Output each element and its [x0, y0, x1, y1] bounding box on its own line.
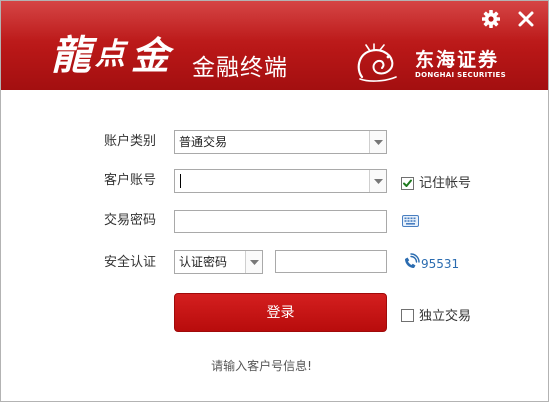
- text-cursor: [180, 174, 181, 188]
- app-logo: 龍 点 金: [51, 23, 181, 79]
- security-method-value: 认证密码: [179, 255, 228, 269]
- logo-char-3: 金: [131, 33, 170, 78]
- logo-char-2: 点: [95, 37, 125, 72]
- security-label: 安全认证: [104, 255, 157, 270]
- gear-icon: [482, 10, 500, 28]
- security-code-input[interactable]: [275, 250, 387, 273]
- password-label: 交易密码: [104, 213, 157, 228]
- broker-name-en: DONGHAI SECURITIES: [415, 71, 506, 79]
- account-label: 客户账号: [104, 173, 157, 188]
- login-button-label: 登录: [266, 305, 295, 321]
- account-type-select[interactable]: 普通交易: [174, 130, 387, 154]
- close-icon: [518, 11, 534, 27]
- checkmark-icon: [403, 179, 412, 187]
- account-type-label: 账户类别: [104, 134, 157, 149]
- chevron-down-icon: [374, 140, 383, 145]
- account-dropdown-button[interactable]: [369, 170, 386, 192]
- remember-account-checkbox[interactable]: [401, 177, 414, 190]
- security-method-select[interactable]: 认证密码: [174, 250, 263, 274]
- logo-char-1: 龍: [51, 32, 91, 79]
- settings-button[interactable]: [480, 8, 502, 30]
- status-hint: 请输入客户号信息!: [211, 359, 312, 373]
- hotline-number: 95531: [421, 257, 460, 271]
- broker-dragon-logo-icon: [357, 43, 397, 82]
- account-type-value: 普通交易: [179, 135, 228, 149]
- login-button[interactable]: 登录: [174, 293, 387, 332]
- app-title: 金融终端: [192, 55, 288, 81]
- independent-trade-label[interactable]: 独立交易: [419, 309, 471, 325]
- keyboard-icon[interactable]: [402, 215, 419, 227]
- login-window: 龍 点 金 金融终端 东海证券 DONGHAI SECURITIES 账户类别 …: [0, 0, 549, 402]
- account-type-dropdown-button[interactable]: [369, 131, 386, 153]
- password-input[interactable]: [174, 210, 387, 233]
- phone-icon: [405, 253, 420, 268]
- broker-name-cn: 东海证券: [415, 49, 500, 71]
- chevron-down-icon: [374, 179, 383, 184]
- security-method-dropdown-button[interactable]: [245, 251, 262, 273]
- close-button[interactable]: [515, 8, 537, 30]
- independent-trade-checkbox[interactable]: [401, 309, 414, 322]
- header-banner: 龍 点 金 金融终端 东海证券 DONGHAI SECURITIES: [1, 1, 548, 90]
- remember-account-label[interactable]: 记住帐号: [419, 176, 471, 192]
- chevron-down-icon: [250, 260, 259, 265]
- account-combobox[interactable]: [174, 169, 387, 193]
